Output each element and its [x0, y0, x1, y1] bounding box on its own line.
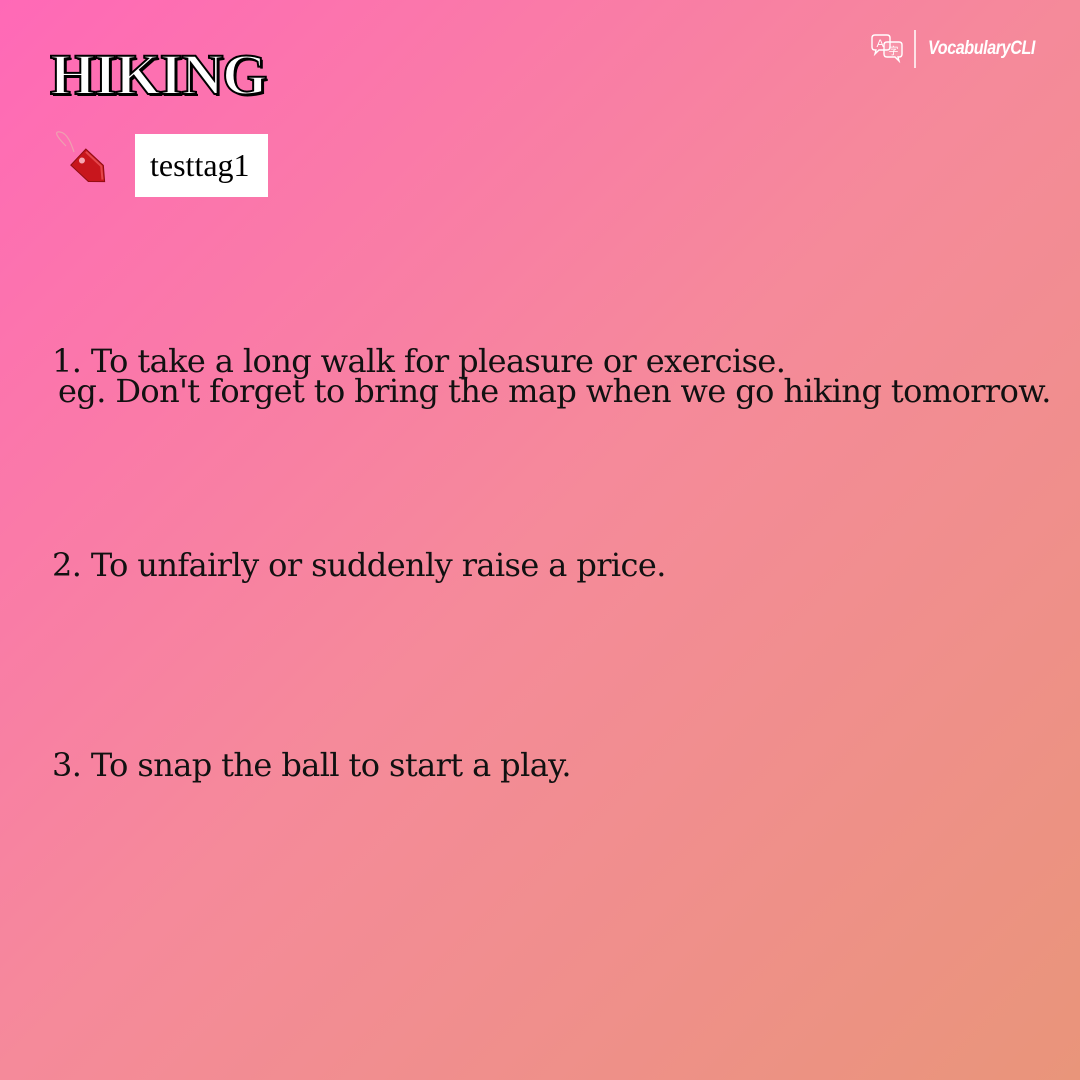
tag-row: testtag1 — [52, 130, 268, 200]
brand-logo: A 字 VocabularyCLI — [870, 30, 1054, 68]
definition-3: 3. To snap the ball to start a play. — [52, 746, 572, 784]
svg-text:A: A — [877, 38, 885, 50]
translate-icon: A 字 — [871, 34, 903, 64]
definition-1-example: eg. Don't forget to bring the map when w… — [58, 372, 1051, 410]
price-tag-icon — [56, 131, 106, 183]
definition-1: 1. To take a long walk for pleasure or e… — [52, 343, 1051, 409]
svg-text:字: 字 — [889, 45, 899, 58]
word-title: HIKING — [49, 41, 268, 108]
tag-label[interactable]: testtag1 — [135, 133, 268, 197]
brand-name: VocabularyCLI — [928, 38, 1036, 59]
definition-2: 2. To unfairly or suddenly raise a price… — [52, 546, 666, 584]
brand-divider — [914, 30, 917, 68]
